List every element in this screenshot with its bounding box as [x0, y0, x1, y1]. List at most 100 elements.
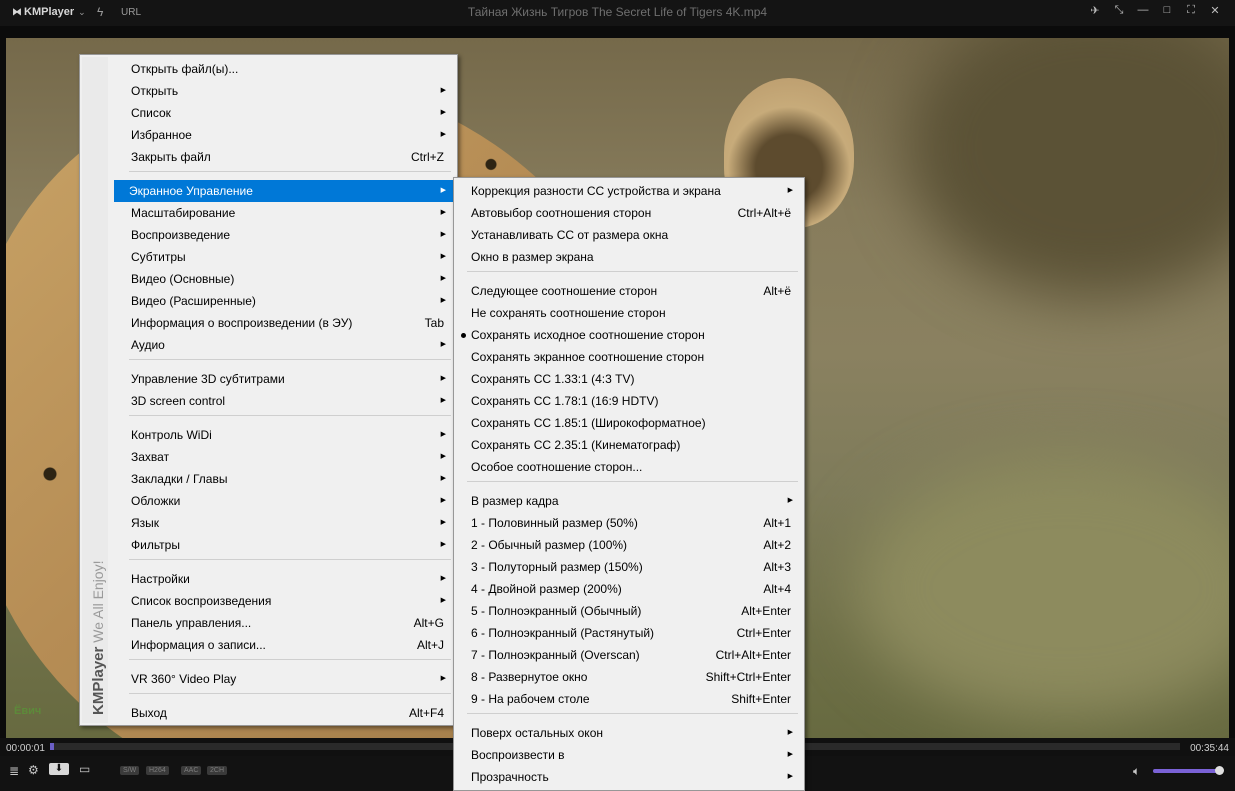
- main-menu-item-21[interactable]: Настройки ▶: [82, 568, 455, 590]
- menu-item-label: Закрыть файл: [131, 150, 211, 164]
- main-menu-item-10[interactable]: Видео (Расширенные) ▶: [82, 290, 455, 312]
- vr-goggles-icon[interactable]: ▭: [79, 762, 90, 776]
- main-menu-item-16[interactable]: Захват ▶: [82, 446, 455, 468]
- sub-menu-item-6[interactable]: Сохранять исходное соотношение сторон: [456, 324, 802, 346]
- menu-item-label: 1 - Половинный размер (50%): [471, 516, 638, 530]
- menu-item-label: Видео (Расширенные): [131, 294, 256, 308]
- sub-menu-item-19[interactable]: 6 - Полноэкранный (Растянутый) Ctrl+Enter: [456, 622, 802, 644]
- volume-knob[interactable]: [1215, 766, 1224, 775]
- download-icon[interactable]: ⬇: [49, 763, 69, 775]
- sub-menu-item-0[interactable]: Коррекция разности СС устройства и экран…: [456, 180, 802, 202]
- minimize-icon[interactable]: —: [1131, 4, 1155, 17]
- submenu-arrow-icon: ▶: [440, 297, 446, 304]
- main-menu-item-0[interactable]: Открыть файл(ы)...: [82, 58, 455, 80]
- sub-menu-item-24[interactable]: Воспроизвести в ▶: [456, 744, 802, 766]
- main-menu-item-23[interactable]: Панель управления... Alt+G: [82, 612, 455, 634]
- compact-mode-icon[interactable]: ⤡: [1107, 4, 1131, 17]
- submenu-arrow-icon: ▶: [440, 675, 446, 682]
- submenu-arrow-icon: ▶: [440, 575, 446, 582]
- volume-speaker-icon[interactable]: 🔈︎: [1133, 764, 1140, 779]
- menu-item-label: Обложки: [131, 494, 181, 508]
- main-menu-item-15[interactable]: Контроль WiDi ▶: [82, 424, 455, 446]
- sub-menu-item-17[interactable]: 4 - Двойной размер (200%) Alt+4: [456, 578, 802, 600]
- fullscreen-icon[interactable]: ⛶: [1179, 4, 1203, 17]
- main-menu-item-24[interactable]: Информация о записи... Alt+J: [82, 634, 455, 656]
- current-time: 00:00:01: [6, 743, 45, 754]
- main-menu-item-7[interactable]: Воспроизведение ▶: [82, 224, 455, 246]
- main-menu-item-4[interactable]: Закрыть файл Ctrl+Z: [82, 146, 455, 168]
- menu-item-shortcut: Ctrl+Z: [411, 150, 444, 164]
- video-codec-tag[interactable]: H264: [146, 766, 169, 775]
- main-menu-item-26[interactable]: Выход Alt+F4: [82, 702, 455, 724]
- menu-item-label: Субтитры: [131, 250, 186, 264]
- submenu-arrow-icon: ▶: [440, 109, 446, 116]
- menu-separator: [467, 481, 798, 482]
- main-menu-item-12[interactable]: Аудио ▶: [82, 334, 455, 356]
- menu-item-label: Особое соотношение сторон...: [471, 460, 643, 474]
- main-menu-item-17[interactable]: Закладки / Главы ▶: [82, 468, 455, 490]
- main-menu-item-14[interactable]: 3D screen control ▶: [82, 390, 455, 412]
- sub-menu-item-23[interactable]: Поверх остальных окон ▶: [456, 722, 802, 744]
- sub-menu-item-12[interactable]: Особое соотношение сторон...: [456, 456, 802, 478]
- sub-menu-item-16[interactable]: 3 - Полуторный размер (150%) Alt+3: [456, 556, 802, 578]
- sub-menu-item-20[interactable]: 7 - Полноэкранный (Overscan) Ctrl+Alt+Ent…: [456, 644, 802, 666]
- decoder-tag[interactable]: S/W: [120, 766, 140, 775]
- sub-menu-item-22[interactable]: 9 - На рабочем столе Shift+Enter: [456, 688, 802, 710]
- sub-menu-item-14[interactable]: 1 - Половинный размер (50%) Alt+1: [456, 512, 802, 534]
- sub-menu-item-15[interactable]: 2 - Обычный размер (100%) Alt+2: [456, 534, 802, 556]
- sub-menu-item-18[interactable]: 5 - Полноэкранный (Обычный) Alt+Enter: [456, 600, 802, 622]
- menu-item-label: Сохранять экранное соотношение сторон: [471, 350, 705, 364]
- sub-menu-item-1[interactable]: Автовыбор соотношения сторон Ctrl+Alt+ё: [456, 202, 802, 224]
- sub-menu-item-7[interactable]: Сохранять экранное соотношение сторон: [456, 346, 802, 368]
- close-icon[interactable]: ✕: [1203, 4, 1227, 17]
- sub-menu-item-25[interactable]: Прозрачность ▶: [456, 766, 802, 788]
- main-menu-item-2[interactable]: Список ▶: [82, 102, 455, 124]
- main-menu-item-22[interactable]: Список воспроизведения ▶: [82, 590, 455, 612]
- sub-menu-item-13[interactable]: В размер кадра ▶: [456, 490, 802, 512]
- menu-item-label: Захват: [131, 450, 170, 464]
- menu-item-label: 3D screen control: [131, 394, 226, 408]
- menu-separator: [467, 713, 798, 714]
- sub-menu-item-10[interactable]: Сохранять СС 1.85:1 (Широкоформатное): [456, 412, 802, 434]
- main-menu-item-9[interactable]: Видео (Основные) ▶: [82, 268, 455, 290]
- window-title: Тайная Жизнь Тигров The Secret Life of T…: [467, 5, 768, 19]
- radio-bullet-icon: [461, 333, 466, 338]
- menu-item-label: Выход: [131, 706, 167, 720]
- menu-item-label: Воспроизвести в: [471, 748, 565, 762]
- audio-codec-tag[interactable]: AAC: [181, 766, 202, 775]
- main-menu-item-20[interactable]: Фильтры ▶: [82, 534, 455, 556]
- main-menu-item-25[interactable]: VR 360° Video Play ▶: [82, 668, 455, 690]
- maximize-icon[interactable]: □: [1155, 4, 1179, 17]
- main-menu-item-5[interactable]: Экранное Управление ▶: [114, 180, 455, 202]
- main-menu-item-11[interactable]: Информация о воспроизведении (в ЭУ) Tab: [82, 312, 455, 334]
- menu-item-label: Видео (Основные): [131, 272, 235, 286]
- channels-tag[interactable]: 2CH: [207, 766, 228, 775]
- main-menu-item-19[interactable]: Язык ▶: [82, 512, 455, 534]
- sub-menu-item-11[interactable]: Сохранять СС 2.35:1 (Кинематограф): [456, 434, 802, 456]
- menu-item-label: Окно в размер экрана: [471, 250, 594, 264]
- sub-menu-item-9[interactable]: Сохранять СС 1.78:1 (16:9 HDTV): [456, 390, 802, 412]
- main-menu-item-3[interactable]: Избранное ▶: [82, 124, 455, 146]
- main-menu-item-8[interactable]: Субтитры ▶: [82, 246, 455, 268]
- settings-gear-icon[interactable]: ⚙: [28, 763, 39, 777]
- volume-slider[interactable]: [1153, 769, 1221, 773]
- menu-item-label: Экранное Управление: [129, 184, 253, 198]
- main-menu-item-18[interactable]: Обложки ▶: [82, 490, 455, 512]
- sub-menu-item-8[interactable]: Сохранять СС 1.33:1 (4:3 TV): [456, 368, 802, 390]
- submenu-arrow-icon: ▶: [440, 253, 446, 260]
- menu-item-label: Следующее соотношение сторон: [471, 284, 658, 298]
- sub-menu-item-3[interactable]: Окно в размер экрана: [456, 246, 802, 268]
- main-menu-item-13[interactable]: Управление 3D субтитрами ▶: [82, 368, 455, 390]
- menu-item-label: Сохранять СС 1.78:1 (16:9 HDTV): [471, 394, 659, 408]
- pin-icon[interactable]: ✈: [1083, 4, 1107, 17]
- menu-item-label: Список: [131, 106, 171, 120]
- main-menu-item-6[interactable]: Масштабирование ▶: [82, 202, 455, 224]
- menu-item-label: 7 - Полноэкранный (Overscan): [471, 648, 640, 662]
- playlist-icon[interactable]: ≣: [9, 764, 19, 778]
- main-menu-item-1[interactable]: Открыть ▶: [82, 80, 455, 102]
- sub-menu-item-5[interactable]: Не сохранять соотношение сторон: [456, 302, 802, 324]
- sub-menu-item-2[interactable]: Устанавливать СС от размера окна: [456, 224, 802, 246]
- sub-menu-item-21[interactable]: 8 - Развернутое окно Shift+Ctrl+Enter: [456, 666, 802, 688]
- sub-menu-item-4[interactable]: Следующее соотношение сторон Alt+ё: [456, 280, 802, 302]
- menu-separator: [129, 659, 451, 660]
